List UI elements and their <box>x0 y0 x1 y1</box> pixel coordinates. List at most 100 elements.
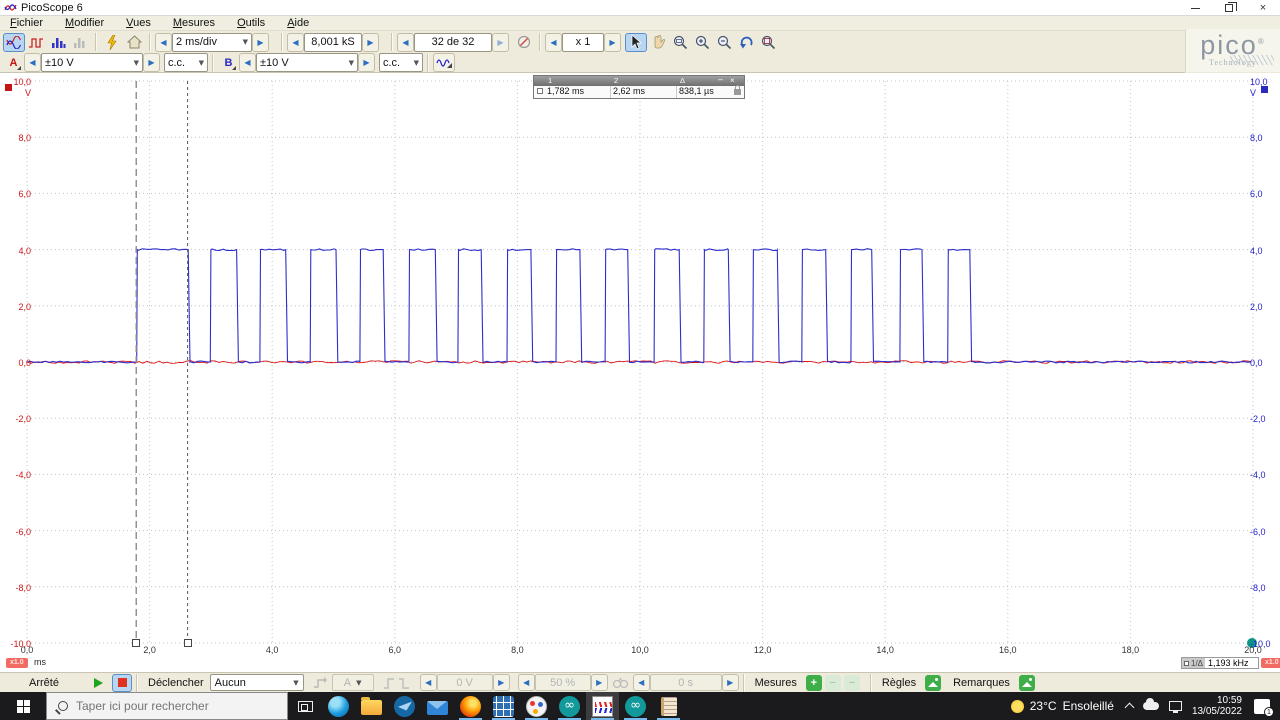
time-ruler-handle-2[interactable] <box>183 639 192 647</box>
toolbar-separator <box>391 33 393 51</box>
samples-input[interactable]: 8,001 kS <box>304 32 362 52</box>
ruler-legend-close-button[interactable]: × <box>730 76 735 85</box>
onedrive-icon[interactable] <box>1142 698 1159 710</box>
auto-setup-button[interactable] <box>101 33 123 52</box>
ruler1-value: 1,782 ms <box>547 86 585 96</box>
ruler-legend-overlay[interactable]: 1 2 Δ – × 1,782 ms 2,62 ms 838,1 µs <box>533 74 745 99</box>
normal-selection-tool-button[interactable] <box>625 32 647 52</box>
thunderbird-taskbar-icon[interactable] <box>388 692 421 720</box>
delta-column-header: Δ <box>680 76 686 85</box>
scope-plot-area[interactable]: 1 2 Δ – × 1,782 ms 2,62 ms 838,1 µs x1.0… <box>0 73 1280 672</box>
samples-decrease-button[interactable]: ◀ <box>287 32 304 52</box>
zoom-in-tool-button[interactable] <box>691 33 713 52</box>
channel-a-chip[interactable]: A <box>6 54 21 71</box>
y-axis-left-tick: 2,0 <box>18 301 31 312</box>
menu-outils[interactable]: Outils <box>237 17 265 29</box>
spectrum-view-button[interactable] <box>47 33 69 52</box>
start-capture-button[interactable] <box>88 674 108 692</box>
stop-capture-button[interactable] <box>112 673 132 692</box>
buffer-previous-button[interactable]: ◀ <box>397 32 414 52</box>
firefox-taskbar-icon[interactable] <box>454 692 487 720</box>
timebase-select[interactable]: 2 ms/div ▼ <box>172 32 252 52</box>
trigger-source-dropdown-disabled[interactable]: A ▼ <box>331 674 374 691</box>
scope-view-button[interactable] <box>3 32 25 52</box>
edge-taskbar-icon[interactable] <box>322 692 355 720</box>
tray-expand-icon[interactable] <box>1124 702 1135 713</box>
zoom-decrease-button[interactable]: ◀ <box>545 32 562 52</box>
channel-b-range-increase[interactable]: ▶ <box>358 53 375 72</box>
menu-fichier[interactable]: Fichier <box>10 17 43 29</box>
picoscope-taskbar-icon[interactable] <box>586 692 619 720</box>
zoom-factor-input[interactable]: x 1 <box>562 32 604 52</box>
restore-button[interactable] <box>1212 0 1246 16</box>
channel-a-range-select[interactable]: ±10 V ▼ <box>41 53 143 72</box>
trigger-mode-dropdown[interactable]: Aucun ▼ <box>209 674 304 691</box>
timebase-decrease-button[interactable]: ◀ <box>155 32 172 52</box>
zoom-increase-button[interactable]: ▶ <box>604 32 621 52</box>
menu-modifier[interactable]: Modifier <box>65 17 104 29</box>
calculator-taskbar-icon[interactable] <box>487 692 520 720</box>
channel-b-range-select[interactable]: ±10 V ▼ <box>256 53 358 72</box>
channel-b-range-decrease[interactable]: ◀ <box>239 53 256 72</box>
trigger-level-decrease[interactable]: ◀ <box>419 674 437 691</box>
add-measure-button[interactable]: + <box>805 674 822 691</box>
taskbar-clock[interactable]: 10:59 13/05/2022 <box>1192 695 1242 717</box>
rules-button[interactable] <box>925 674 942 691</box>
samples-increase-button[interactable]: ▶ <box>362 32 379 52</box>
paint3d-taskbar-icon[interactable] <box>520 692 553 720</box>
explorer-taskbar-icon[interactable] <box>355 692 388 720</box>
network-icon[interactable] <box>1168 701 1182 713</box>
notes-taskbar-icon[interactable] <box>652 692 685 720</box>
close-button[interactable]: × <box>1246 0 1280 16</box>
trigger-level-increase[interactable]: ▶ <box>492 674 510 691</box>
start-button[interactable] <box>0 692 46 720</box>
edit-measure-button-disabled[interactable]: − <box>824 674 841 691</box>
buffer-position-input[interactable]: 32 de 32 <box>414 32 492 52</box>
taskbar-search[interactable] <box>46 692 288 720</box>
channel-b-chip[interactable]: B <box>221 54 236 71</box>
trigger-level-value-disabled[interactable]: 0 V <box>436 674 493 691</box>
mail-taskbar-icon[interactable] <box>421 692 454 720</box>
menu-aide[interactable]: Aide <box>287 17 309 29</box>
lock-icon[interactable] <box>734 85 741 95</box>
home-button[interactable] <box>123 33 145 52</box>
hand-tool-button[interactable] <box>647 33 669 52</box>
zoom-full-button[interactable] <box>757 33 779 52</box>
task-view-button[interactable] <box>288 692 322 720</box>
signal-generator-button[interactable] <box>433 53 455 72</box>
buffer-next-button[interactable]: ▶ <box>492 32 509 52</box>
y-axis-left-tick: -6,0 <box>15 526 31 537</box>
x-axis-tick: 18,0 <box>1121 645 1140 655</box>
undo-zoom-button[interactable] <box>735 33 757 52</box>
search-input[interactable] <box>76 699 266 713</box>
menu-vues[interactable]: Vues <box>126 17 151 29</box>
zoom-out-tool-button[interactable] <box>713 33 735 52</box>
trigger-marker-icon-disabled <box>313 676 327 688</box>
minimize-button[interactable] <box>1178 0 1212 16</box>
trigger-delay-increase[interactable]: ▶ <box>721 674 739 691</box>
weather-temp[interactable]: 23°C <box>1030 699 1057 713</box>
notification-center-icon[interactable]: 1 <box>1254 698 1274 717</box>
arduino-2-taskbar-icon[interactable]: ∞ <box>619 692 652 720</box>
persistence-view-button[interactable] <box>25 33 47 52</box>
buffer-navigator-button[interactable] <box>513 33 535 52</box>
arduino-taskbar-icon[interactable]: ∞ <box>553 692 586 720</box>
menu-mesures[interactable]: Mesures <box>173 17 215 29</box>
channel-a-range-decrease[interactable]: ◀ <box>24 53 41 72</box>
marquee-zoom-tool-button[interactable] <box>669 33 691 52</box>
pretrigger-pct-value-disabled[interactable]: 50 % <box>534 674 591 691</box>
pretrigger-pct-increase[interactable]: ▶ <box>590 674 608 691</box>
persistence-spectrum-button-disabled[interactable] <box>69 33 91 52</box>
trigger-delay-decrease[interactable]: ◀ <box>632 674 650 691</box>
notes-button[interactable] <box>1018 674 1035 691</box>
delete-measure-button-disabled[interactable]: − <box>843 674 860 691</box>
channel-b-coupling-select[interactable]: c.c. ▼ <box>379 53 423 72</box>
pretrigger-pct-decrease[interactable]: ◀ <box>517 674 535 691</box>
trigger-delay-value-disabled[interactable]: 0 s <box>649 674 722 691</box>
undo-arrow-icon <box>739 36 752 49</box>
weather-condition[interactable]: Ensoleillé <box>1063 699 1114 713</box>
ruler-legend-minimize-button[interactable]: – <box>718 74 723 84</box>
channel-a-coupling-select[interactable]: c.c. ▼ <box>164 53 208 72</box>
channel-a-range-increase[interactable]: ▶ <box>143 53 160 72</box>
timebase-increase-button[interactable]: ▶ <box>252 32 269 52</box>
